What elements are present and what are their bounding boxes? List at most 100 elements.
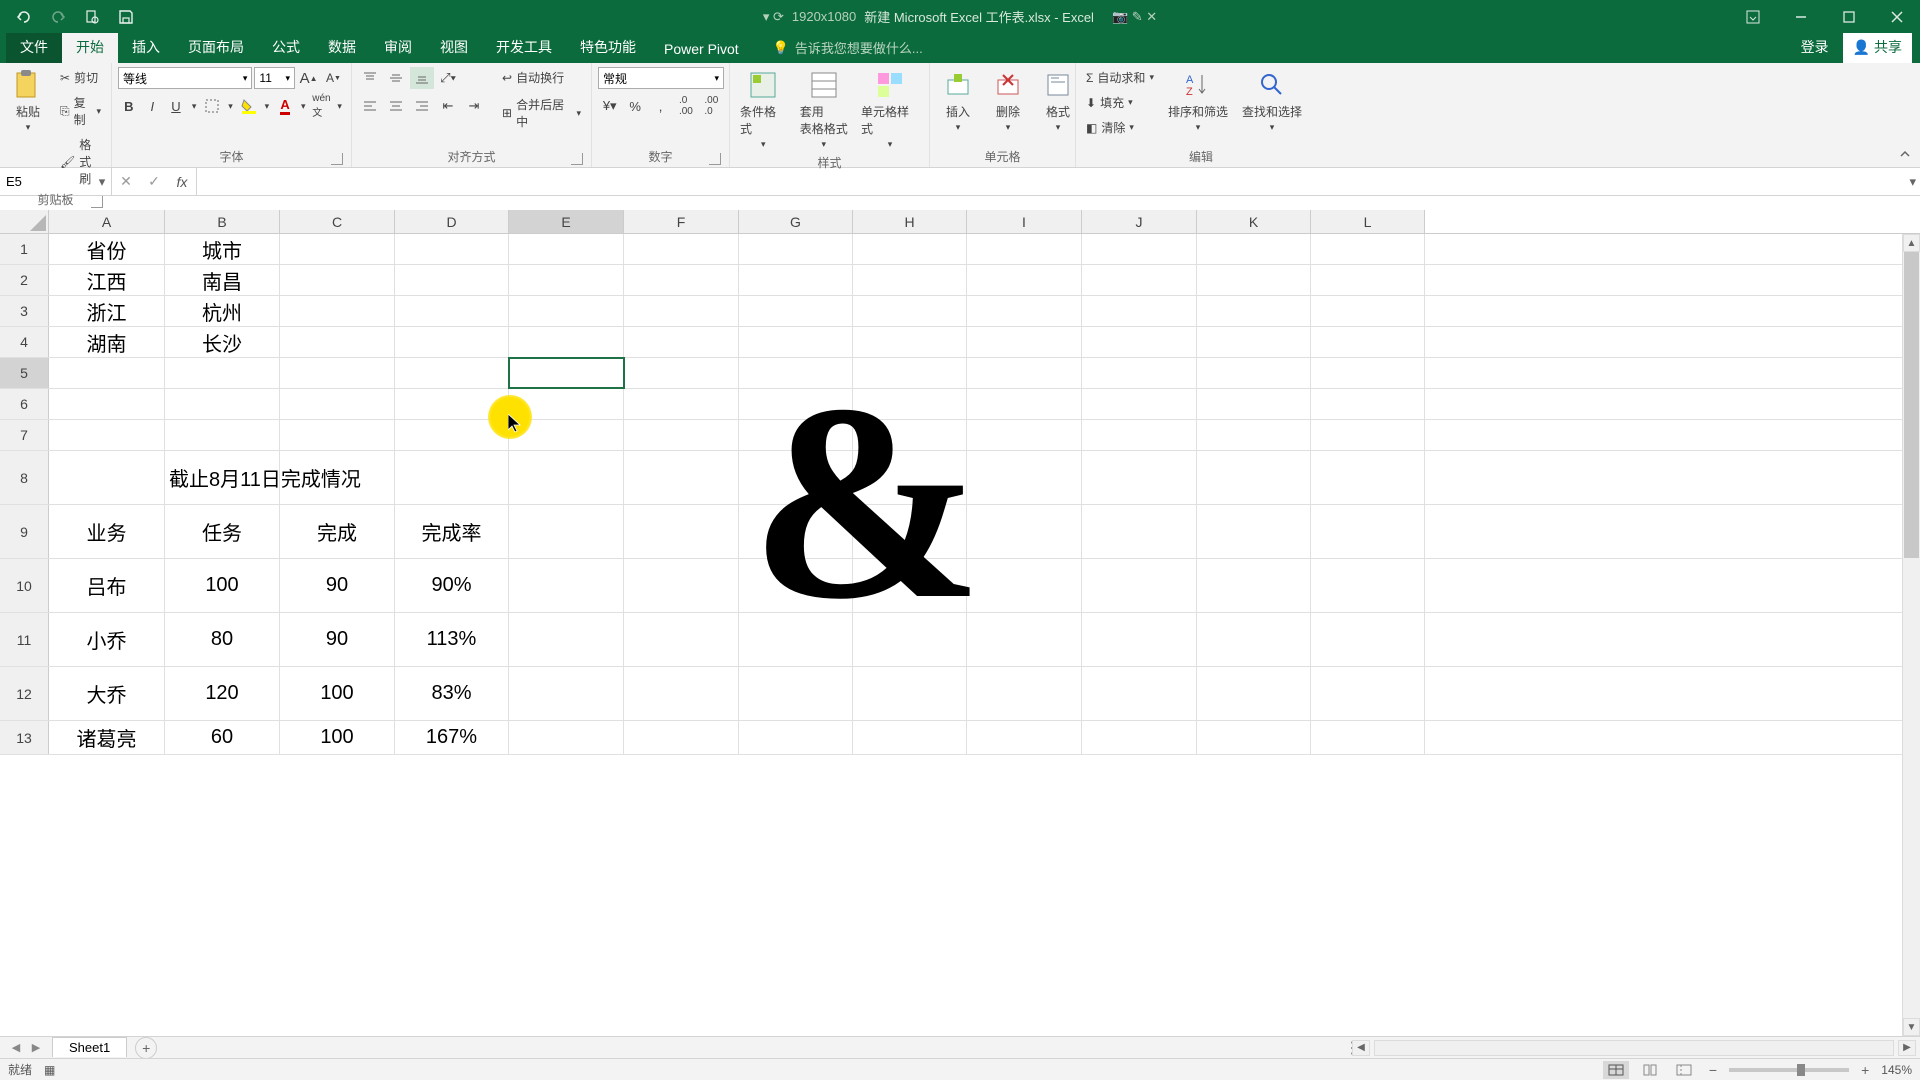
cell-E6[interactable] <box>509 389 624 419</box>
cell-B13[interactable]: 60 <box>165 721 280 754</box>
col-header-F[interactable]: F <box>624 210 739 233</box>
undo-button[interactable] <box>14 7 34 27</box>
cell-F4[interactable] <box>624 327 739 357</box>
row-header-9[interactable]: 9 <box>0 505 49 558</box>
cell-H12[interactable] <box>853 667 967 720</box>
row-header-11[interactable]: 11 <box>0 613 49 666</box>
vscroll-thumb[interactable] <box>1904 252 1919 558</box>
col-header-K[interactable]: K <box>1197 210 1311 233</box>
cell-D9[interactable]: 完成率 <box>395 505 509 558</box>
cell-D10[interactable]: 90% <box>395 559 509 612</box>
macro-record-icon[interactable]: ▦ <box>44 1063 55 1077</box>
cell-C4[interactable] <box>280 327 395 357</box>
cell-B7[interactable] <box>165 420 280 450</box>
row-header-6[interactable]: 6 <box>0 389 49 419</box>
cell-C11[interactable]: 90 <box>280 613 395 666</box>
cell-A9[interactable]: 业务 <box>49 505 165 558</box>
comma-button[interactable]: , <box>649 95 672 117</box>
cell-E9[interactable] <box>509 505 624 558</box>
cell-A8[interactable] <box>49 451 165 504</box>
cell-B4[interactable]: 长沙 <box>165 327 280 357</box>
row-header-10[interactable]: 10 <box>0 559 49 612</box>
cell-A12[interactable]: 大乔 <box>49 667 165 720</box>
cell-D13[interactable]: 167% <box>395 721 509 754</box>
cell-B5[interactable] <box>165 358 280 388</box>
ribbon-options-button[interactable] <box>1730 0 1776 33</box>
wrap-text-button[interactable]: ↩自动换行 <box>498 67 585 88</box>
cell-B2[interactable]: 南昌 <box>165 265 280 295</box>
cell-B3[interactable]: 杭州 <box>165 296 280 326</box>
cell-A10[interactable]: 吕布 <box>49 559 165 612</box>
cell-G3[interactable] <box>739 296 853 326</box>
cell-C10[interactable]: 90 <box>280 559 395 612</box>
cell-C6[interactable] <box>280 389 395 419</box>
align-center-button[interactable] <box>384 95 408 117</box>
scroll-up-button[interactable]: ▲ <box>1903 234 1920 252</box>
cell-H3[interactable] <box>853 296 967 326</box>
scroll-down-button[interactable]: ▼ <box>1903 1018 1920 1036</box>
cell-H10[interactable] <box>853 559 967 612</box>
cell-J10[interactable] <box>1082 559 1197 612</box>
cell-F5[interactable] <box>624 358 739 388</box>
cell-D3[interactable] <box>395 296 509 326</box>
italic-button[interactable]: I <box>142 95 164 117</box>
cell-C3[interactable] <box>280 296 395 326</box>
font-launcher[interactable] <box>331 153 343 165</box>
cell-E5[interactable] <box>509 358 624 388</box>
cell-J12[interactable] <box>1082 667 1197 720</box>
cell-H6[interactable] <box>853 389 967 419</box>
bold-button[interactable]: B <box>118 95 140 117</box>
cell-H1[interactable] <box>853 234 967 264</box>
align-right-button[interactable] <box>410 95 434 117</box>
zoom-thumb[interactable] <box>1797 1064 1805 1076</box>
phonetic-dropdown[interactable]: ▾ <box>334 95 345 117</box>
tab-data[interactable]: 数据 <box>314 31 370 63</box>
cell-E2[interactable] <box>509 265 624 295</box>
fill-button[interactable]: ⬇填充▾ <box>1082 92 1158 113</box>
horizontal-scrollbar[interactable]: ⋮ ◀ ▶ <box>157 1038 1920 1058</box>
cell-F8[interactable] <box>624 451 739 504</box>
cell-J13[interactable] <box>1082 721 1197 754</box>
delete-cells-button[interactable]: 删除▾ <box>986 67 1030 135</box>
col-header-J[interactable]: J <box>1082 210 1197 233</box>
cell-F3[interactable] <box>624 296 739 326</box>
font-color-dropdown[interactable]: ▾ <box>298 95 309 117</box>
cell-G2[interactable] <box>739 265 853 295</box>
cell-J9[interactable] <box>1082 505 1197 558</box>
save-button[interactable] <box>116 7 136 27</box>
tab-insert[interactable]: 插入 <box>118 31 174 63</box>
cell-E13[interactable] <box>509 721 624 754</box>
tab-powerpivot[interactable]: Power Pivot <box>650 35 753 63</box>
cell-I6[interactable] <box>967 389 1082 419</box>
zoom-in-button[interactable]: + <box>1857 1062 1873 1078</box>
zoom-level[interactable]: 145% <box>1881 1063 1912 1077</box>
cell-I2[interactable] <box>967 265 1082 295</box>
merge-center-button[interactable]: ⊞合并后居中▾ <box>498 94 585 132</box>
cell-A5[interactable] <box>49 358 165 388</box>
cell-B8[interactable]: 截止8月11日完成情况 <box>165 451 280 504</box>
cell-D6[interactable] <box>395 389 509 419</box>
cell-J7[interactable] <box>1082 420 1197 450</box>
cell-B12[interactable]: 120 <box>165 667 280 720</box>
font-name-combo[interactable]: 等线▾ <box>118 67 252 89</box>
cell-E1[interactable] <box>509 234 624 264</box>
minimize-button[interactable] <box>1778 0 1824 33</box>
cell-G8[interactable] <box>739 451 853 504</box>
cell-G11[interactable] <box>739 613 853 666</box>
cell-I10[interactable] <box>967 559 1082 612</box>
expand-formula-button[interactable]: ▾ <box>1909 174 1916 190</box>
tell-me-box[interactable]: 💡告诉我您想要做什么... <box>763 32 933 63</box>
cell-E3[interactable] <box>509 296 624 326</box>
cell-C8[interactable] <box>280 451 395 504</box>
cell-H11[interactable] <box>853 613 967 666</box>
format-cells-button[interactable]: 格式▾ <box>1036 67 1080 135</box>
name-box[interactable]: E5▾ <box>0 168 112 195</box>
row-header-13[interactable]: 13 <box>0 721 49 754</box>
cell-J4[interactable] <box>1082 327 1197 357</box>
cell-I1[interactable] <box>967 234 1082 264</box>
cell-styles-button[interactable]: 单元格样式▾ <box>857 67 923 152</box>
cell-I11[interactable] <box>967 613 1082 666</box>
tab-review[interactable]: 审阅 <box>370 31 426 63</box>
cell-I3[interactable] <box>967 296 1082 326</box>
cell-A1[interactable]: 省份 <box>49 234 165 264</box>
